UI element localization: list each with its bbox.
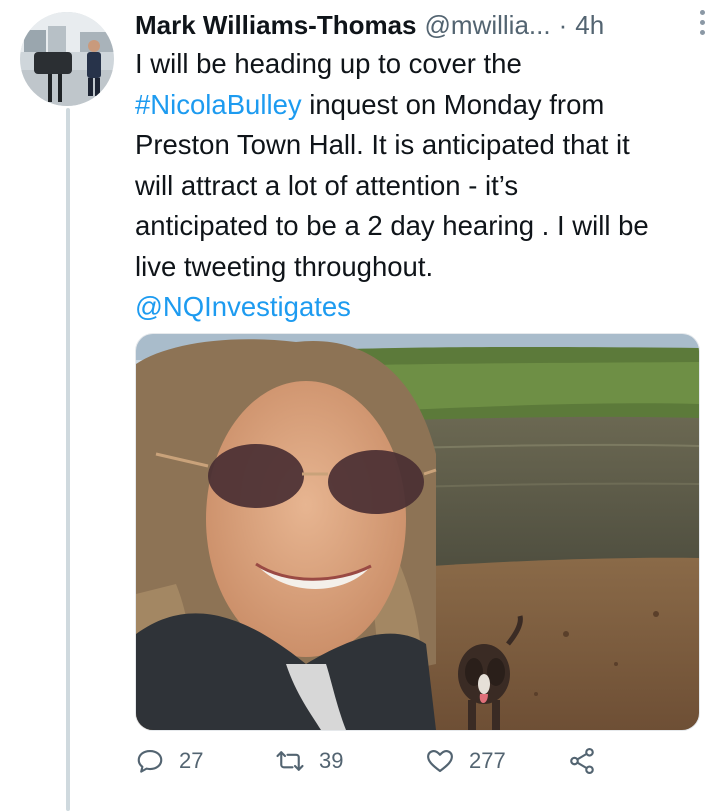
reply-button[interactable]: 27 xyxy=(135,746,203,776)
like-count: 277 xyxy=(469,748,506,773)
thread-line xyxy=(66,108,70,811)
tweet-text-line: I will be heading up to cover the xyxy=(135,48,522,79)
tweet-text-line: #NicolaBulley inquest on Monday from xyxy=(135,85,710,126)
tweet-actions: 27 39 277 xyxy=(135,746,705,786)
tweet-timestamp[interactable]: 4h xyxy=(575,10,604,41)
reply-icon xyxy=(137,749,163,773)
tweet-header: Mark Williams-Thomas @mwillia... · 4h xyxy=(135,8,705,42)
tweet-text: I will be heading up to cover the #Nicol… xyxy=(135,44,710,328)
author-handle[interactable]: @mwillia... xyxy=(425,10,551,41)
tweet-text-line: @NQInvestigates xyxy=(135,287,710,328)
reply-count: 27 xyxy=(179,748,204,773)
tweet-text-line: Preston Town Hall. It is anticipated tha… xyxy=(135,129,630,160)
author-avatar[interactable] xyxy=(20,12,114,106)
tweet-text-line: will attract a lot of attention - it’s xyxy=(135,169,519,201)
share-button[interactable] xyxy=(567,746,597,776)
mention-link[interactable]: @NQInvestigates xyxy=(135,291,351,322)
tweet-text-line: live tweeting throughout. xyxy=(135,250,434,282)
tweet-text-segment: inquest on Monday from xyxy=(301,88,605,120)
heart-icon xyxy=(427,749,453,773)
tweet-text-line: anticipated to be a 2 day hearing . I wi… xyxy=(135,210,649,241)
hashtag-link[interactable]: #NicolaBulley xyxy=(135,89,302,120)
author-name[interactable]: Mark Williams-Thomas xyxy=(135,10,417,41)
more-icon[interactable] xyxy=(699,10,705,35)
tweet-photo[interactable] xyxy=(135,333,700,731)
retweet-icon xyxy=(276,751,304,771)
separator-dot: · xyxy=(558,9,568,40)
share-icon xyxy=(570,747,594,775)
retweet-button[interactable]: 39 xyxy=(275,746,343,776)
like-button[interactable]: 277 xyxy=(425,746,506,776)
retweet-count: 39 xyxy=(319,748,344,773)
